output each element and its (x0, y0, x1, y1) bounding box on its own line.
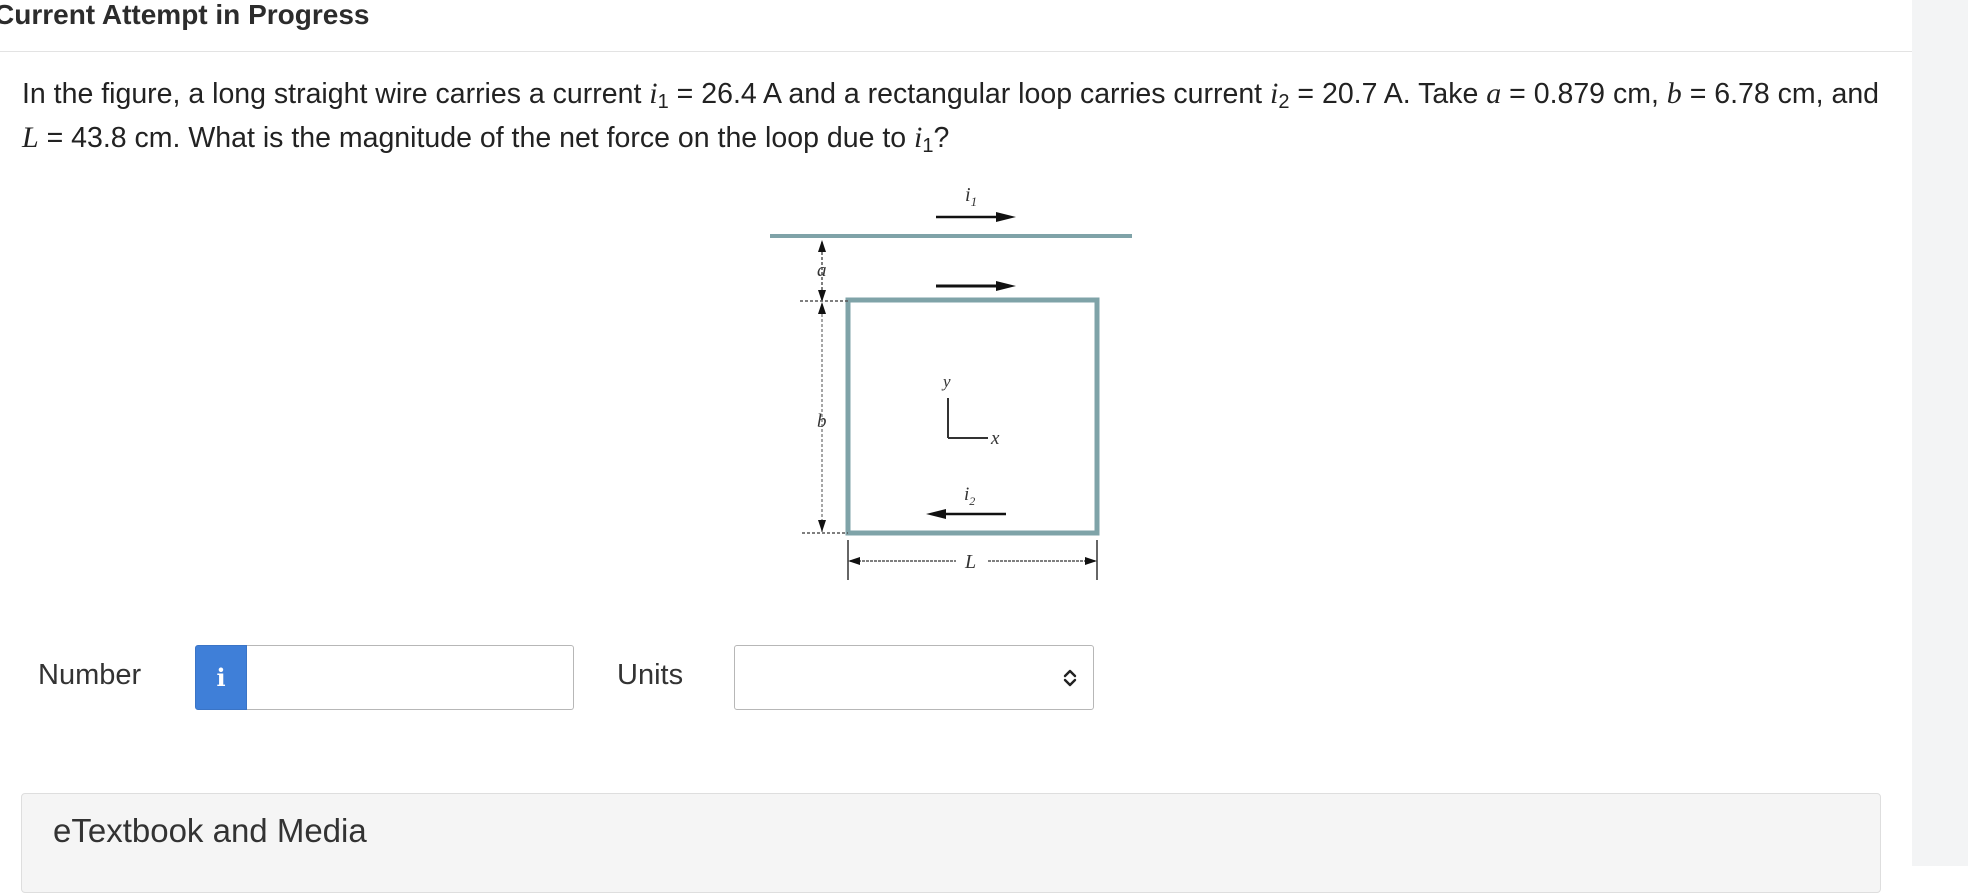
label-a: a (817, 260, 827, 281)
info-icon-glyph: i (216, 663, 226, 692)
units-label: Units (617, 659, 684, 691)
dim-b-arrow-top (818, 302, 826, 314)
question-part: = 0.879 cm, (1501, 78, 1667, 110)
question-part: = 26.4 A and a rectangular loop carries … (668, 78, 1271, 110)
i2-arrowhead (926, 509, 946, 519)
subscript: 1 (922, 135, 934, 157)
label-i2: i2 (964, 484, 975, 508)
i1-arrowhead (996, 212, 1016, 222)
subscript: 1 (657, 91, 669, 113)
etextbook-panel[interactable]: eTextbook and Media (21, 793, 1881, 893)
label-y: y (941, 372, 951, 391)
label-x: x (990, 428, 1000, 449)
info-icon[interactable]: i (195, 645, 247, 710)
answer-row: Number i Units (0, 645, 1200, 711)
dim-a-arrow-top (818, 240, 826, 252)
dim-a-arrow-bottom (818, 290, 826, 302)
right-scroll-area (1912, 0, 1968, 866)
symbol-L: L (22, 121, 39, 154)
dim-b-arrow-bottom (818, 520, 826, 532)
loop-top-arrowhead (996, 281, 1016, 291)
wire-loop-figure: i1 a b y x i2 L (760, 180, 1140, 585)
question-part: = 20.7 A. Take (1289, 78, 1487, 110)
question-text: In the figure, a long straight wire carr… (22, 72, 1902, 160)
symbol-b: b (1666, 77, 1682, 110)
question-part: In the figure, a long straight wire carr… (22, 78, 650, 110)
symbol-i: i (649, 77, 658, 110)
dim-L-arrow-right (1085, 557, 1097, 565)
page-title: Current Attempt in Progress (0, 0, 370, 30)
question-part: ? (933, 122, 950, 154)
up-down-chevron-icon (1063, 669, 1077, 687)
header-divider (0, 51, 1912, 52)
label-b: b (817, 411, 827, 432)
number-label: Number (38, 659, 142, 691)
number-input[interactable] (247, 645, 574, 710)
question-part: = 6.78 cm, and (1681, 78, 1880, 110)
symbol-a: a (1486, 77, 1502, 110)
label-L: L (964, 551, 976, 573)
subscript: 2 (1278, 91, 1290, 113)
units-select[interactable] (734, 645, 1094, 710)
etextbook-title: eTextbook and Media (53, 812, 367, 849)
question-part: = 43.8 cm. What is the magnitude of the … (38, 122, 915, 154)
dim-L-arrow-left (848, 557, 860, 565)
label-i1: i1 (965, 184, 977, 209)
